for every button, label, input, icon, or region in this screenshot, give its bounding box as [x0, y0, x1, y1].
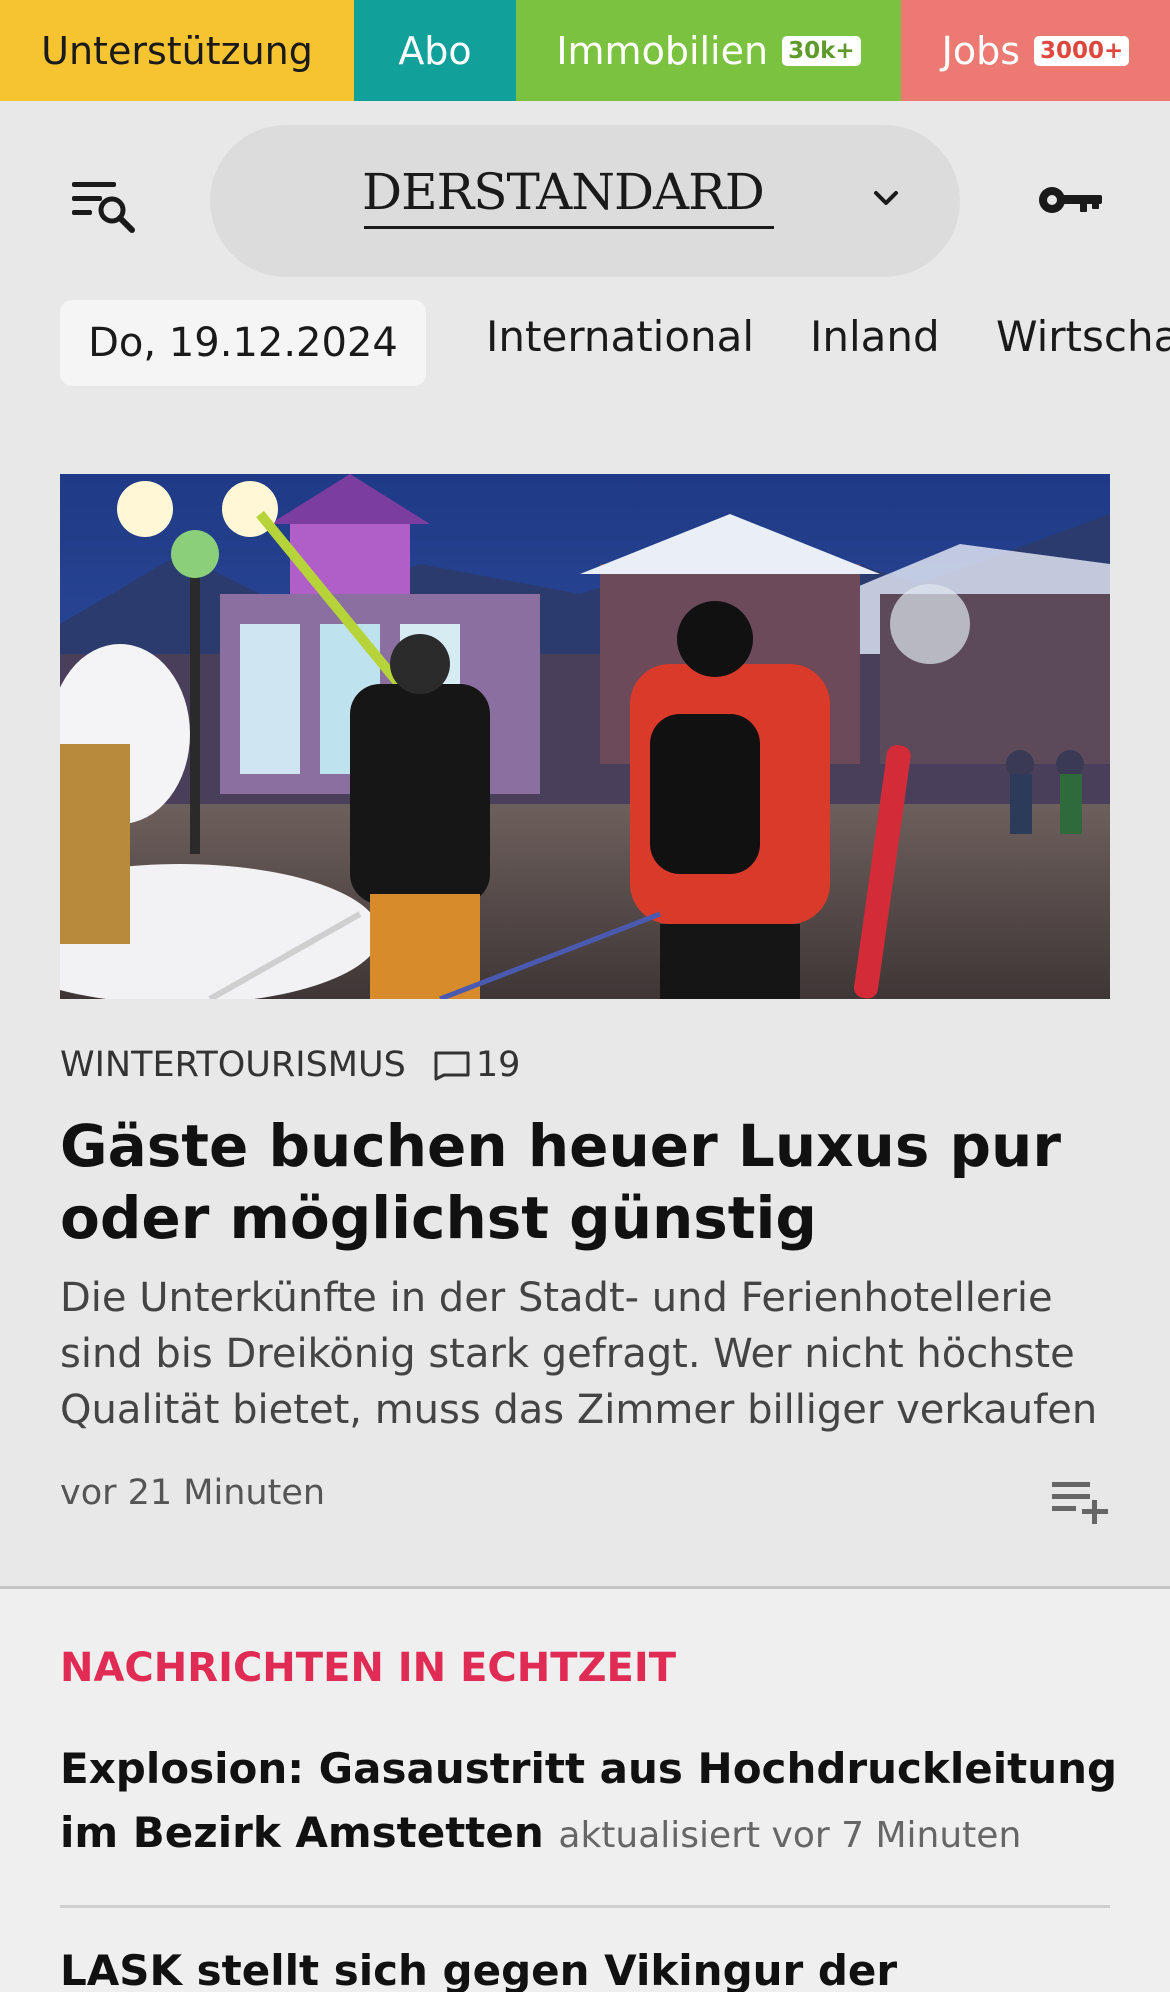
comment-count[interactable]: 19: [476, 1045, 521, 1085]
category-label: WINTERTOURISMUS: [60, 1045, 406, 1085]
live-news-section: NACHRICHTEN IN ECHTZEIT Explosion: Gasau…: [0, 1586, 1170, 1992]
live-news-headline: LASK stellt sich gegen Vikingur der Char…: [60, 1946, 898, 1992]
login-button[interactable]: [1036, 178, 1106, 222]
site-logo: DERSTANDARD: [362, 163, 765, 221]
playlist-add-icon: [1052, 1482, 1108, 1524]
live-news-item[interactable]: Explosion: Gasaustritt aus Hochdruckleit…: [60, 1737, 1120, 1868]
support-label: Unterstützung: [41, 28, 313, 73]
article-teaser: Die Unterkünfte in der Stadt- und Ferien…: [60, 1275, 1098, 1433]
menu-search-button[interactable]: [70, 178, 142, 238]
divider: [60, 1905, 1110, 1908]
article-headline[interactable]: Gäste buchen heuer Luxus pur oder möglic…: [60, 1110, 1120, 1254]
hero-photo: [60, 474, 1110, 999]
article-kicker: WINTERTOURISMUS 19: [60, 1045, 520, 1085]
live-news-item[interactable]: LASK stellt sich gegen Vikingur der Char…: [60, 1939, 1120, 1992]
article-timestamp: vor 21 Minuten: [60, 1473, 326, 1513]
tab-wirtschaft[interactable]: Wirtschaft: [996, 312, 1170, 361]
top-navigation: Unterstützung Abo Immobilien 30k+ Jobs 300…: [0, 0, 1170, 101]
hero-image[interactable]: [60, 474, 1110, 999]
support-link[interactable]: Unterstützung: [0, 0, 354, 101]
abo-label: Abo: [398, 28, 472, 73]
logo-edition-selector[interactable]: DERSTANDARD: [210, 125, 960, 277]
immobilien-link[interactable]: Immobilien 30k+: [516, 0, 901, 101]
live-news-title: NACHRICHTEN IN ECHTZEIT: [60, 1645, 677, 1691]
tab-inland[interactable]: Inland: [810, 312, 940, 361]
jobs-link[interactable]: Jobs 3000+: [901, 0, 1170, 101]
key-icon: [1039, 187, 1102, 213]
jobs-count-badge: 3000+: [1034, 35, 1130, 66]
date-chip: Do, 19.12.2024: [60, 300, 426, 386]
logo-underline: [364, 226, 774, 229]
immobilien-label: Immobilien: [556, 28, 769, 73]
tab-international[interactable]: International: [486, 312, 754, 361]
immobilien-count-badge: 30k+: [782, 35, 861, 66]
menu-search-icon: [72, 182, 135, 233]
add-to-list-button[interactable]: [1050, 1478, 1112, 1524]
comment-icon[interactable]: [432, 1049, 472, 1081]
chevron-down-icon: [874, 191, 898, 205]
jobs-label: Jobs: [941, 28, 1021, 73]
live-news-meta: aktualisiert vor 7 Minuten: [558, 1815, 1022, 1856]
abo-link[interactable]: Abo: [354, 0, 516, 101]
